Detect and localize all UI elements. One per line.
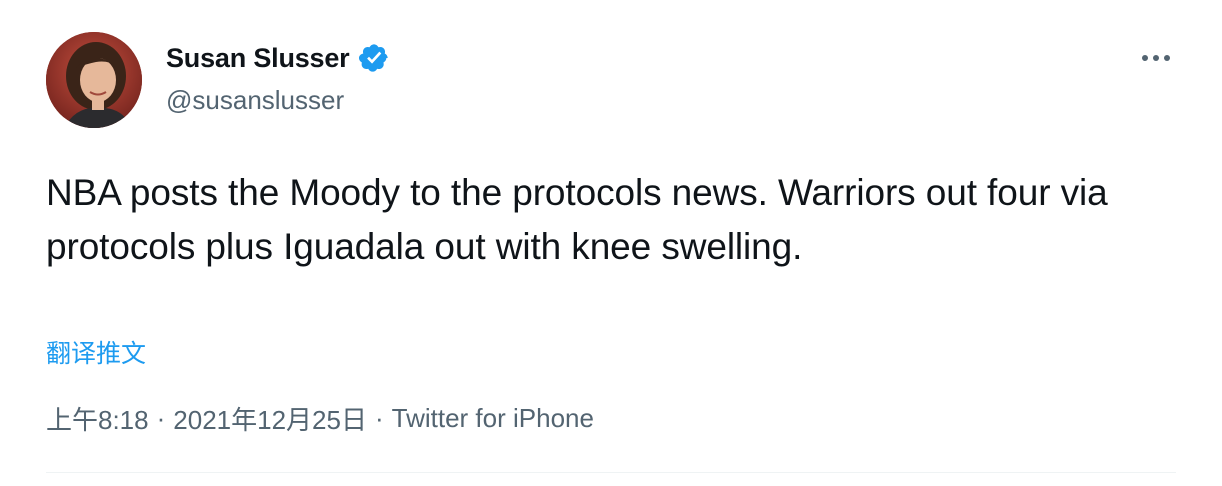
tweet-date[interactable]: 2021年12月25日: [173, 400, 367, 437]
more-options-button[interactable]: [1138, 44, 1174, 72]
tweet-metadata: 上午8:18 · 2021年12月25日 · Twitter for iPhon…: [46, 400, 594, 437]
more-options-icon: [1142, 55, 1170, 61]
tweet-time[interactable]: 上午8:18: [46, 400, 149, 437]
meta-separator: ·: [374, 403, 384, 433]
tweet-source[interactable]: Twitter for iPhone: [392, 403, 594, 434]
verified-badge-icon: [358, 42, 390, 74]
author-name-row: Susan Slusser: [166, 40, 390, 76]
avatar[interactable]: [46, 32, 142, 128]
handle[interactable]: @susanslusser: [166, 85, 390, 116]
tweet-text: NBA posts the Moody to the protocols new…: [46, 172, 1108, 267]
display-name[interactable]: Susan Slusser: [166, 43, 350, 74]
translate-tweet-link[interactable]: 翻译推文: [46, 334, 146, 370]
tweet-card: Susan Slusser @susanslusser NBA posts th…: [0, 0, 1222, 486]
meta-separator: ·: [156, 403, 166, 433]
avatar-image: [46, 32, 142, 128]
divider: [46, 472, 1176, 473]
author-block: Susan Slusser @susanslusser: [166, 40, 390, 116]
